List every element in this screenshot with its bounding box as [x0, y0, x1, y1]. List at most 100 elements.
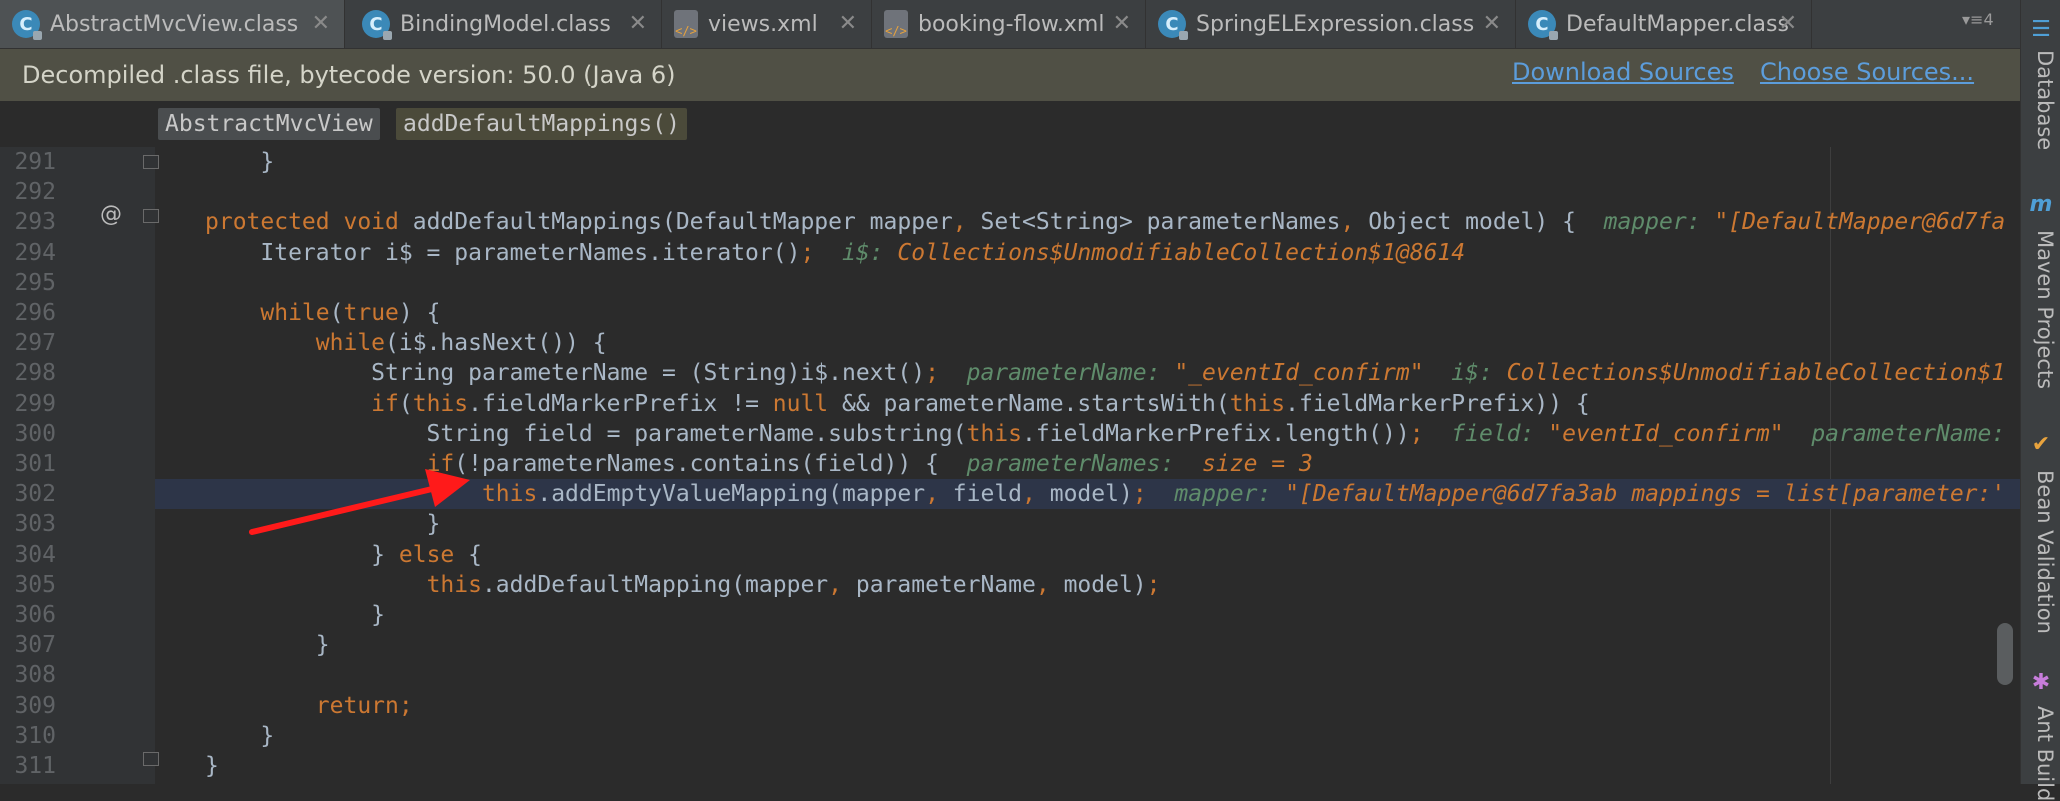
tab-booking-flow-xml[interactable]: </> booking-flow.xml ✕ [872, 0, 1146, 48]
code-token: model) [1063, 571, 1147, 598]
tab-label: AbstractMvcView.class [50, 11, 299, 37]
breadcrumb-method[interactable]: addDefaultMappings() [396, 108, 687, 140]
close-icon[interactable]: ✕ [1779, 11, 1797, 36]
debug-inline-value: mapper: [1603, 209, 1715, 236]
code-token: model) [1049, 481, 1133, 508]
code-editor[interactable]: 291 } 292 293 protected void addDefaultMapp… [0, 147, 2020, 784]
code-line[interactable]: 298 String parameterName = (String)i$.ne… [0, 358, 2020, 388]
fold-marker-icon[interactable] [143, 752, 159, 766]
code-text: if(this.fieldMarkerPrefix != null && par… [205, 389, 1590, 419]
code-line[interactable]: 299 if(this.fieldMarkerPrefix != null &&… [0, 389, 2020, 419]
code-line[interactable]: 305 this.addDefaultMapping(mapper, param… [0, 570, 2020, 600]
tool-bean-validation[interactable]: Bean Validation [2027, 470, 2057, 634]
code-line[interactable]: 297 while(i$.hasNext()) { [0, 328, 2020, 358]
tab-springelexpression[interactable]: C SpringELExpression.class ✕ [1146, 0, 1516, 48]
class-file-icon: C [12, 10, 42, 40]
code-text: this.addDefaultMapping(mapper, parameter… [205, 570, 1161, 600]
tab-defaultmapper[interactable]: C DefaultMapper.class ✕ [1516, 0, 1812, 48]
tool-window-strip: ☰ Database m Maven Projects ✔ Bean Valid… [2020, 0, 2060, 801]
code-line[interactable]: 308 [0, 660, 2020, 690]
code-line[interactable]: 300 String field = parameterName.substri… [0, 419, 2020, 449]
debug-inline-value: parameterNames: [966, 451, 1203, 477]
line-number: 297 [14, 330, 56, 357]
close-icon[interactable]: ✕ [1113, 11, 1131, 36]
close-icon[interactable]: ✕ [1483, 11, 1501, 36]
line-number: 311 [14, 753, 56, 779]
code-line[interactable]: 306 } [0, 600, 2020, 630]
keyword-token: if [426, 451, 455, 477]
code-line[interactable]: 301 if(!parameterNames.contains(field)) … [0, 449, 2020, 479]
code-line[interactable]: 307 } [0, 630, 2020, 660]
code-token: } [205, 511, 441, 538]
line-number: 309 [14, 692, 56, 719]
close-icon[interactable]: ✕ [312, 11, 330, 36]
tool-ant-build[interactable]: Ant Build [2027, 706, 2057, 801]
keyword-token: this [966, 420, 1022, 447]
tab-overflow-button[interactable]: ▾≡4 [1962, 10, 1994, 29]
code-token: { [454, 541, 482, 568]
line-number: 303 [14, 511, 56, 538]
code-text: } [205, 600, 385, 630]
code-line[interactable]: 304 } else { [0, 540, 2020, 570]
code-text: while(true) { [205, 298, 440, 328]
line-number: 294 [14, 239, 56, 266]
line-number: 301 [14, 451, 56, 477]
fold-marker-icon[interactable] [143, 155, 159, 169]
close-icon[interactable]: ✕ [839, 11, 857, 36]
keyword-token: ; [800, 239, 842, 266]
keyword-token: this [412, 390, 469, 417]
code-line[interactable]: 309 return; [0, 691, 2020, 721]
code-line[interactable]: 293 protected void addDefaultMappings(Def… [0, 207, 2020, 237]
code-text: } [205, 630, 330, 660]
keyword-token: this [481, 481, 538, 508]
code-line[interactable]: 295 [0, 268, 2020, 298]
choose-sources-link[interactable]: Choose Sources... [1760, 58, 1974, 86]
bean-validation-icon: ✔ [2031, 432, 2051, 457]
code-token: String parameterName = (String)i$.next() [205, 360, 926, 387]
code-token: addDefaultMappings(DefaultMapper mapper [412, 209, 953, 236]
line-number: 306 [14, 602, 56, 628]
code-token: .addDefaultMapping(mapper [481, 571, 829, 598]
tool-database[interactable]: Database [2027, 50, 2057, 150]
code-line[interactable]: 292 [0, 177, 2020, 207]
debug-inline-value: Collections$UnmodifiableCollection$1 [1506, 360, 2006, 387]
debug-inline-value: "[DefaultMapper@6d7fa [1714, 209, 2006, 236]
code-line[interactable]: 302 this.addEmptyValueMapping(mapper, fi… [14, 479, 2020, 510]
download-sources-link[interactable]: Download Sources [1512, 58, 1734, 86]
code-line[interactable]: 311} [0, 751, 2020, 781]
code-line[interactable]: 294 Iterator i$ = parameterNames.iterato… [0, 238, 2020, 268]
keyword-token: , [1035, 571, 1064, 598]
code-line[interactable]: 310 } [0, 721, 2020, 751]
line-number: 302 [14, 481, 56, 508]
tool-maven-projects[interactable]: Maven Projects [2027, 230, 2057, 389]
keyword-token: , [828, 571, 856, 598]
override-marker-icon[interactable]: @ [100, 202, 122, 227]
code-line[interactable]: 296 while(true) { [0, 298, 2020, 328]
code-line[interactable]: 303 } [0, 509, 2020, 539]
fold-marker-icon[interactable] [143, 209, 159, 223]
line-number: 307 [14, 632, 56, 659]
line-number: 300 [14, 420, 56, 447]
keyword-token: else [398, 541, 455, 568]
tab-views-xml[interactable]: </> views.xml ✕ [662, 0, 872, 48]
code-text: Iterator i$ = parameterNames.iterator();… [205, 238, 1465, 268]
code-token: ) { [398, 300, 441, 326]
code-text: return; [205, 691, 413, 721]
code-line[interactable]: 291 } [0, 147, 2020, 177]
code-token: .fieldMarkerPrefix.length()) [1022, 420, 1410, 447]
tab-bindingmodel[interactable]: C BindingModel.class ✕ [350, 0, 662, 48]
close-icon[interactable]: ✕ [629, 11, 647, 36]
scrollbar-thumb[interactable] [1997, 623, 2013, 685]
code-token: Set<String> parameterNames [980, 209, 1341, 236]
breadcrumb-class[interactable]: AbstractMvcView [158, 108, 380, 140]
code-token: (i$.hasNext()) { [385, 330, 607, 357]
debug-inline-value: field: [1451, 420, 1549, 447]
tab-abstractmvcview[interactable]: C AbstractMvcView.class ✕ [0, 0, 345, 48]
editor-tab-bar: C AbstractMvcView.class ✕ C BindingModel… [0, 0, 2020, 49]
keyword-token: return; [315, 692, 413, 719]
xml-file-icon: </> [884, 10, 908, 38]
code-token: .fieldMarkerPrefix != [468, 390, 773, 417]
